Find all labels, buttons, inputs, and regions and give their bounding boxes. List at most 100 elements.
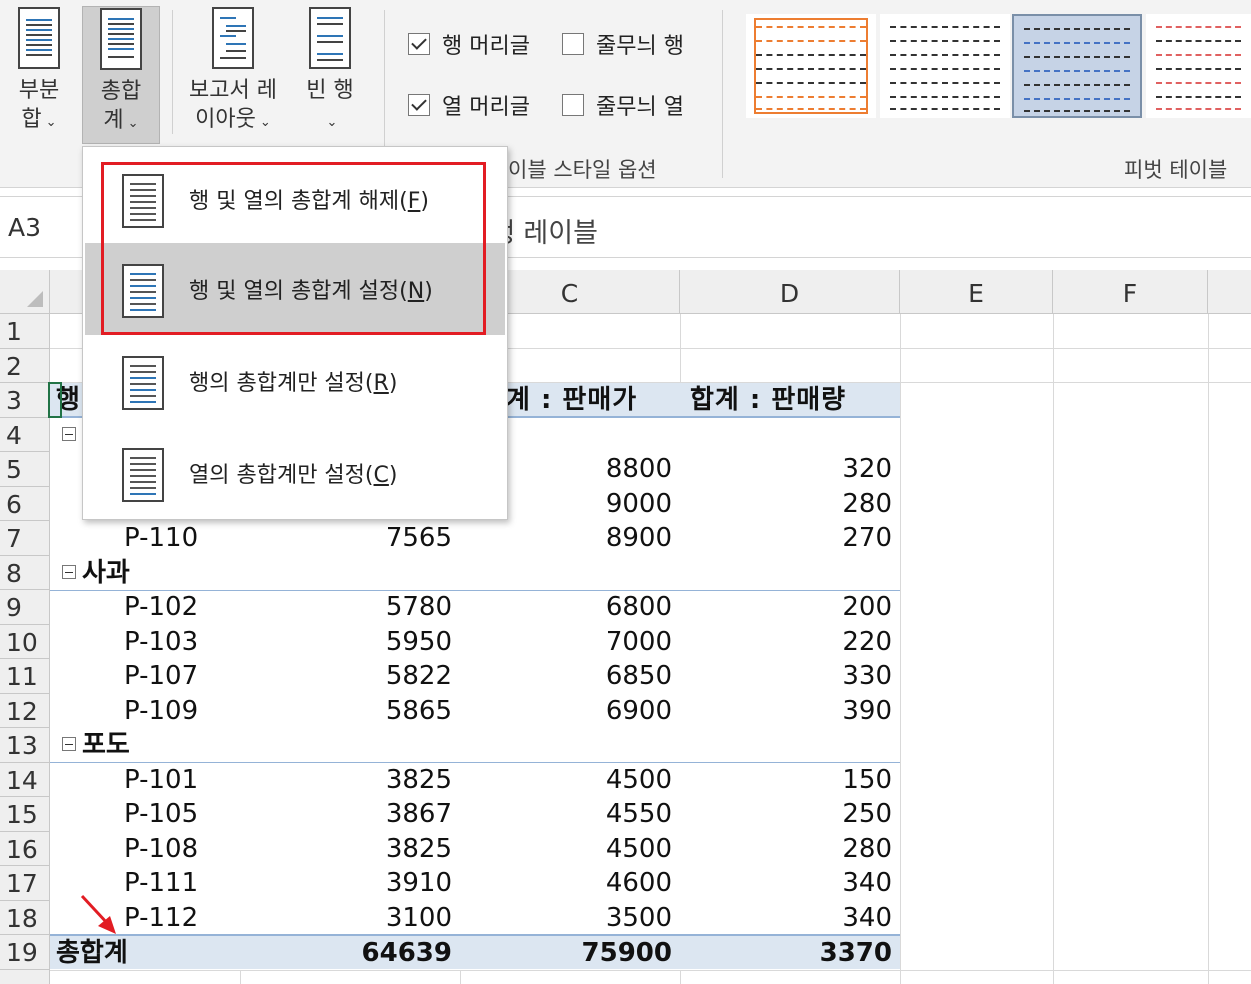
menu-item-on-for-rows-only[interactable]: 행의 총합계만 설정(R) [85,335,505,427]
row-header[interactable]: 4 [0,417,50,452]
grand-total-label[interactable]: 총합계 [56,936,128,970]
cell-c18[interactable]: 3500 [460,901,672,935]
banded-rows-option[interactable]: 줄무늬 행 [562,28,684,60]
cell-c14[interactable]: 4500 [460,763,672,797]
pivot-style-red[interactable] [1146,14,1251,118]
subtotals-button[interactable]: 부분 합 ⌄ [10,6,68,137]
menu-item-on-for-columns-only[interactable]: 열의 총합계만 설정(C) [85,427,505,519]
row-header[interactable]: 6 [0,486,50,521]
cell-b11[interactable]: 5822 [240,659,452,693]
row-header[interactable]: 12 [0,693,50,728]
cell-d17[interactable]: 340 [680,866,892,900]
row-header[interactable]: 11 [0,659,50,694]
grand-total-c[interactable]: 75900 [460,936,672,970]
cell-b9[interactable]: 5780 [240,590,452,624]
col-headers-checkbox[interactable] [408,94,430,116]
blank-rows-button[interactable]: 빈 행 ⌄ [298,6,362,137]
cell-a7[interactable]: P-110 [124,521,198,555]
cell-b16[interactable]: 3825 [240,832,452,866]
cell-b15[interactable]: 3867 [240,797,452,831]
banded-cols-option[interactable]: 줄무늬 열 [562,89,684,121]
cell-d16[interactable]: 280 [680,832,892,866]
row-header[interactable]: 1 [0,314,50,349]
cell-d10[interactable]: 220 [680,625,892,659]
row-header[interactable]: 10 [0,624,50,659]
cell-d15[interactable]: 250 [680,797,892,831]
cell-a18[interactable]: P-112 [124,901,198,935]
pivot-qty-sum-header[interactable]: 합계 : 판매량 [690,383,846,417]
row-header[interactable]: 17 [0,866,50,901]
cell-d7[interactable]: 270 [680,521,892,555]
grand-totals-button[interactable]: 총합 계 ⌄ [82,6,160,144]
cell-a14[interactable]: P-101 [124,763,198,797]
cell-a11[interactable]: P-107 [124,659,198,693]
cell-c15[interactable]: 4550 [460,797,672,831]
cell-a9[interactable]: P-102 [124,590,198,624]
pivot-style-gray[interactable] [880,14,1010,118]
row-header[interactable]: 9 [0,590,50,625]
menu-item-off-for-rows-and-columns[interactable]: 행 및 열의 총합계 해제(F) [85,153,505,245]
report-layout-button[interactable]: 보고서 레 이아웃 ⌄ [178,6,288,137]
cell-d11[interactable]: 330 [680,659,892,693]
cell-b12[interactable]: 5865 [240,694,452,728]
row-headers-option[interactable]: 행 머리글 [408,28,530,60]
banded-cols-checkbox[interactable] [562,94,584,116]
group-apple-label[interactable]: 사과 [62,556,130,590]
cell-d9[interactable]: 200 [680,590,892,624]
collapse-icon[interactable] [62,565,76,579]
banded-rows-checkbox[interactable] [562,33,584,55]
pivot-style-orange[interactable] [746,14,876,118]
collapse-toggle[interactable] [62,418,82,452]
row-headers-checkbox[interactable] [408,33,430,55]
collapse-icon[interactable] [62,737,76,751]
pivot-style-blue-selected[interactable] [1012,14,1142,118]
row-header[interactable]: 8 [0,555,50,590]
cell-d14[interactable]: 150 [680,763,892,797]
cell-c7[interactable]: 8900 [460,521,672,555]
row-header[interactable]: 3 [0,383,50,418]
cell-b18[interactable]: 3100 [240,901,452,935]
row-header[interactable]: 2 [0,348,50,383]
column-header-f[interactable]: F [1053,270,1208,314]
cell-a12[interactable]: P-109 [124,694,198,728]
column-header-g[interactable] [1208,270,1251,314]
row-header[interactable]: 13 [0,728,50,763]
cell-d12[interactable]: 390 [680,694,892,728]
cell-d18[interactable]: 340 [680,901,892,935]
row-header[interactable]: 5 [0,452,50,487]
cell-b17[interactable]: 3910 [240,866,452,900]
row-header[interactable]: 7 [0,521,50,556]
row-header[interactable]: 18 [0,900,50,935]
cell-d5[interactable]: 320 [680,452,892,486]
name-box[interactable]: A3 [8,213,41,242]
pivot-price-sum-header[interactable]: 계 : 판매가 [506,383,637,417]
menu-item-on-for-rows-and-columns[interactable]: 행 및 열의 총합계 설정(N) [85,243,505,335]
cell-c10[interactable]: 7000 [460,625,672,659]
cell-a15[interactable]: P-105 [124,797,198,831]
cell-c17[interactable]: 4600 [460,866,672,900]
cell-b14[interactable]: 3825 [240,763,452,797]
select-all-corner[interactable] [0,270,50,314]
cell-d6[interactable]: 280 [680,487,892,521]
collapse-icon[interactable] [62,427,76,441]
column-header-d[interactable]: D [680,270,900,314]
cell-b10[interactable]: 5950 [240,625,452,659]
cell-a17[interactable]: P-111 [124,866,198,900]
cell-c11[interactable]: 6850 [460,659,672,693]
row-header[interactable] [0,969,50,984]
cell-c9[interactable]: 6800 [460,590,672,624]
grand-total-b[interactable]: 64639 [240,936,452,970]
cell-c12[interactable]: 6900 [460,694,672,728]
cell-a16[interactable]: P-108 [124,832,198,866]
group-grape-label[interactable]: 포도 [62,728,130,762]
cell-c16[interactable]: 4500 [460,832,672,866]
row-header[interactable]: 16 [0,831,50,866]
grand-total-d[interactable]: 3370 [680,936,892,970]
col-headers-option[interactable]: 열 머리글 [408,89,530,121]
cell-a10[interactable]: P-103 [124,625,198,659]
row-header[interactable]: 19 [0,935,50,970]
cell-b7[interactable]: 7565 [240,521,452,555]
row-header[interactable]: 14 [0,762,50,797]
row-header[interactable]: 15 [0,797,50,832]
column-header-e[interactable]: E [900,270,1053,314]
